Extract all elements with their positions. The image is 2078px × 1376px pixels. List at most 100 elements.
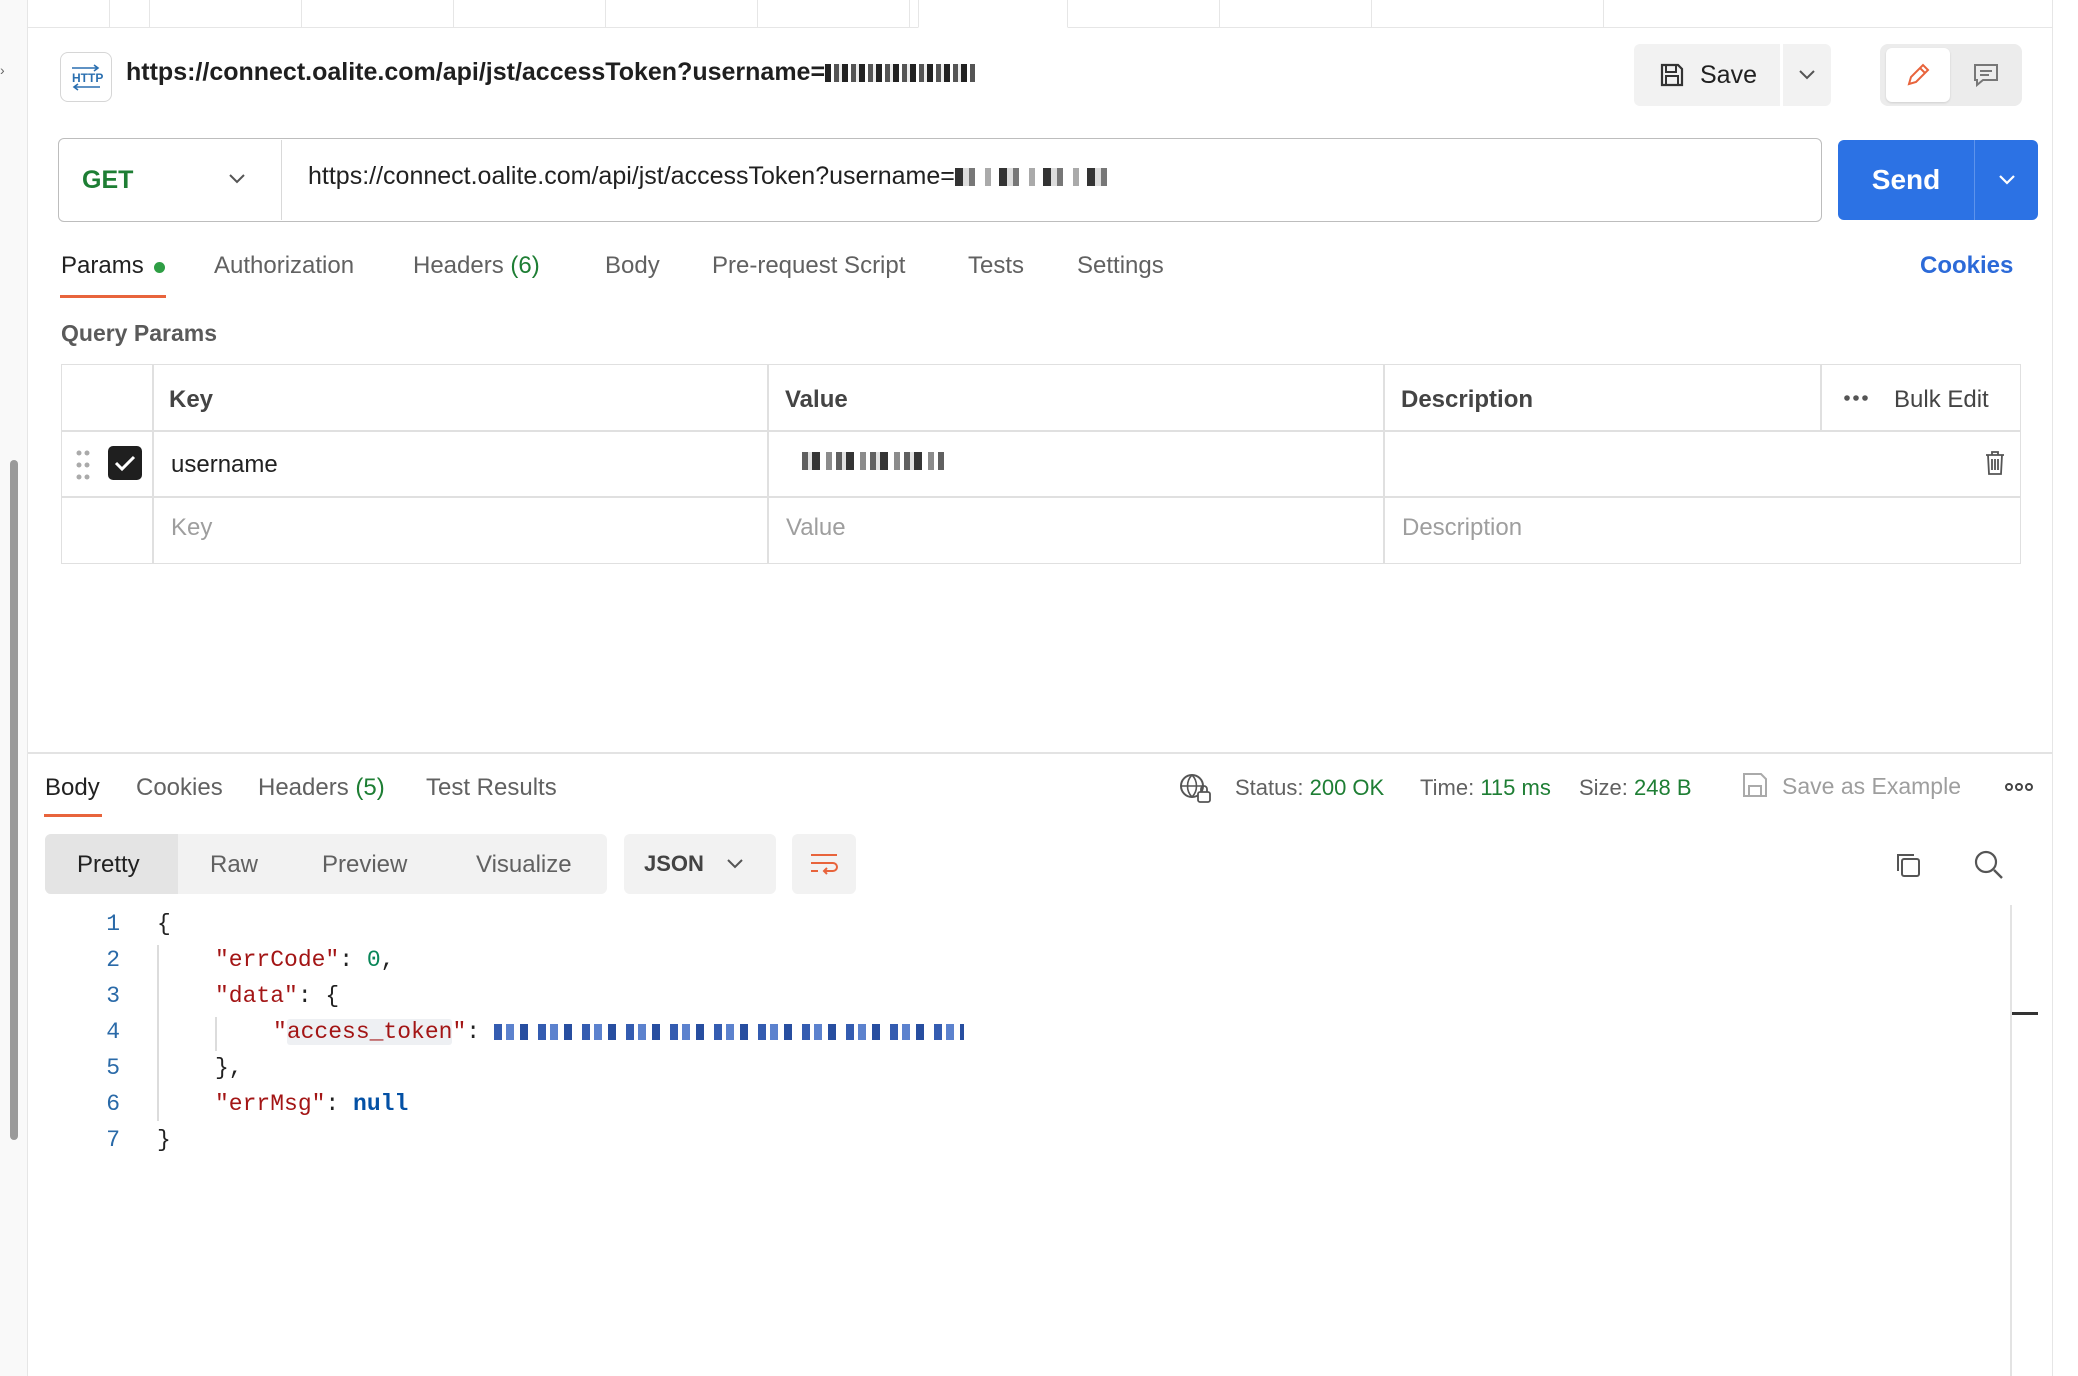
- save-icon: [1660, 63, 1684, 87]
- line-number: 7: [106, 1127, 120, 1153]
- headers-count: (6): [510, 252, 540, 279]
- response-tab-body[interactable]: Body: [45, 774, 100, 802]
- time-value: 115 ms: [1480, 775, 1551, 800]
- collapse-marker-icon[interactable]: ›: [0, 62, 6, 78]
- response-scroll-track[interactable]: [2010, 905, 2012, 1376]
- line-number: 6: [106, 1091, 120, 1117]
- param-key-cell[interactable]: username: [171, 451, 278, 479]
- open-tab[interactable]: [1220, 0, 1372, 28]
- open-tab[interactable]: [110, 0, 150, 28]
- request-name[interactable]: https://connect.oalite.com/api/jst/acces…: [126, 58, 976, 87]
- drag-handle-icon[interactable]: [76, 450, 90, 480]
- new-param-value-input[interactable]: Value: [786, 514, 846, 542]
- bulk-edit-button[interactable]: Bulk Edit: [1894, 386, 1989, 414]
- table-divider: [152, 364, 154, 564]
- response-tab-headers[interactable]: Headers (5): [258, 774, 385, 802]
- format-preview[interactable]: Preview: [322, 851, 407, 879]
- tab-pre-request-script[interactable]: Pre-request Script: [712, 252, 905, 280]
- open-tab[interactable]: [758, 0, 910, 28]
- request-response-divider[interactable]: [28, 752, 2052, 754]
- json-key: "errCode": [215, 947, 340, 973]
- response-size[interactable]: Size: 248 B: [1579, 775, 1692, 801]
- table-divider: [767, 364, 769, 564]
- save-button[interactable]: Save: [1634, 44, 1780, 106]
- table-divider: [1820, 364, 1822, 430]
- pencil-icon: [1907, 63, 1930, 86]
- code-line[interactable]: {: [157, 911, 171, 937]
- tab-body[interactable]: Body: [605, 252, 660, 280]
- time-label: Time:: [1420, 775, 1475, 800]
- line-number: 3: [106, 983, 120, 1009]
- code-line[interactable]: "access_token":: [273, 1019, 964, 1045]
- wrap-lines-button[interactable]: [792, 834, 856, 894]
- param-enabled-checkbox[interactable]: [108, 446, 142, 480]
- more-options-icon[interactable]: [1842, 392, 1870, 404]
- open-tab[interactable]: [302, 0, 454, 28]
- http-request-icon: HTTP: [60, 52, 112, 102]
- save-example-icon: [1743, 773, 1767, 797]
- open-tab[interactable]: [454, 0, 606, 28]
- column-header-value: Value: [785, 386, 848, 413]
- sidebar-scrollbar[interactable]: [10, 460, 18, 1140]
- chevron-down-icon[interactable]: [226, 168, 248, 190]
- copy-icon[interactable]: [1893, 850, 1923, 880]
- open-tab-active[interactable]: [918, 0, 1068, 28]
- json-key-highlighted: access_token: [286, 1019, 453, 1045]
- postman-window: › HTTP https://connect.oalite.com/api/js…: [0, 0, 2078, 1376]
- format-pretty[interactable]: Pretty: [77, 851, 140, 879]
- save-options-button[interactable]: [1783, 44, 1831, 106]
- response-tab-test-results[interactable]: Test Results: [426, 774, 557, 802]
- open-tab[interactable]: [28, 0, 110, 28]
- save-as-example-button[interactable]: Save as Example: [1782, 773, 1961, 800]
- response-headers-count: (5): [355, 774, 385, 801]
- code-line[interactable]: "errMsg": null: [215, 1091, 408, 1117]
- status-value: 200 OK: [1309, 775, 1385, 800]
- tab-tests[interactable]: Tests: [968, 252, 1024, 280]
- svg-text:HTTP: HTTP: [72, 71, 103, 85]
- send-options-button[interactable]: [1974, 140, 2038, 220]
- new-param-key-input[interactable]: Key: [171, 514, 212, 542]
- format-visualize[interactable]: Visualize: [476, 851, 572, 879]
- indent-guide: [157, 945, 159, 1121]
- method-label: GET: [82, 165, 134, 194]
- network-globe-icon[interactable]: [1178, 772, 1212, 804]
- save-label: Save: [1700, 60, 1757, 89]
- open-tab[interactable]: [606, 0, 758, 28]
- response-tab-cookies[interactable]: Cookies: [136, 774, 223, 802]
- tab-settings[interactable]: Settings: [1077, 252, 1164, 280]
- code-line[interactable]: "errCode": 0,: [215, 947, 394, 973]
- new-param-description-input[interactable]: Description: [1402, 514, 1522, 542]
- table-divider: [1383, 364, 1385, 564]
- chevron-down-icon: [727, 859, 743, 869]
- open-tab[interactable]: [1068, 0, 1220, 28]
- param-value-redacted[interactable]: [798, 452, 944, 470]
- code-line[interactable]: }: [157, 1127, 171, 1153]
- response-time[interactable]: Time: 115 ms: [1420, 775, 1551, 801]
- method-select[interactable]: GET: [60, 140, 282, 220]
- chevron-down-icon: [1799, 70, 1815, 80]
- query-params-title: Query Params: [61, 320, 217, 346]
- language-select[interactable]: JSON: [624, 834, 776, 894]
- table-divider: [61, 496, 2021, 498]
- tab-params[interactable]: Params: [61, 252, 144, 280]
- open-tab[interactable]: [150, 0, 302, 28]
- code-line[interactable]: "data": {: [215, 983, 339, 1009]
- search-icon[interactable]: [1973, 849, 2005, 881]
- tab-headers[interactable]: Headers (6): [413, 252, 540, 280]
- json-key-quote: ": [273, 1019, 287, 1045]
- url-input[interactable]: https://connect.oalite.com/api/jst/acces…: [308, 162, 1111, 191]
- format-raw[interactable]: Raw: [210, 851, 258, 879]
- comments-button[interactable]: [1956, 48, 2016, 102]
- more-options-icon[interactable]: [2004, 781, 2034, 793]
- trash-icon[interactable]: [1984, 450, 2006, 476]
- tab-authorization[interactable]: Authorization: [214, 252, 354, 280]
- indent-guide: [215, 1017, 217, 1051]
- open-tab[interactable]: [1372, 0, 1604, 28]
- response-status[interactable]: Status: 200 OK: [1235, 775, 1384, 801]
- send-button[interactable]: Send: [1838, 140, 1974, 220]
- edit-mode-button[interactable]: [1886, 48, 1950, 102]
- cookies-link[interactable]: Cookies: [1920, 252, 2013, 280]
- comment-icon: [1974, 64, 1998, 88]
- response-overview-marker: [2012, 1012, 2038, 1015]
- code-line[interactable]: },: [215, 1055, 243, 1081]
